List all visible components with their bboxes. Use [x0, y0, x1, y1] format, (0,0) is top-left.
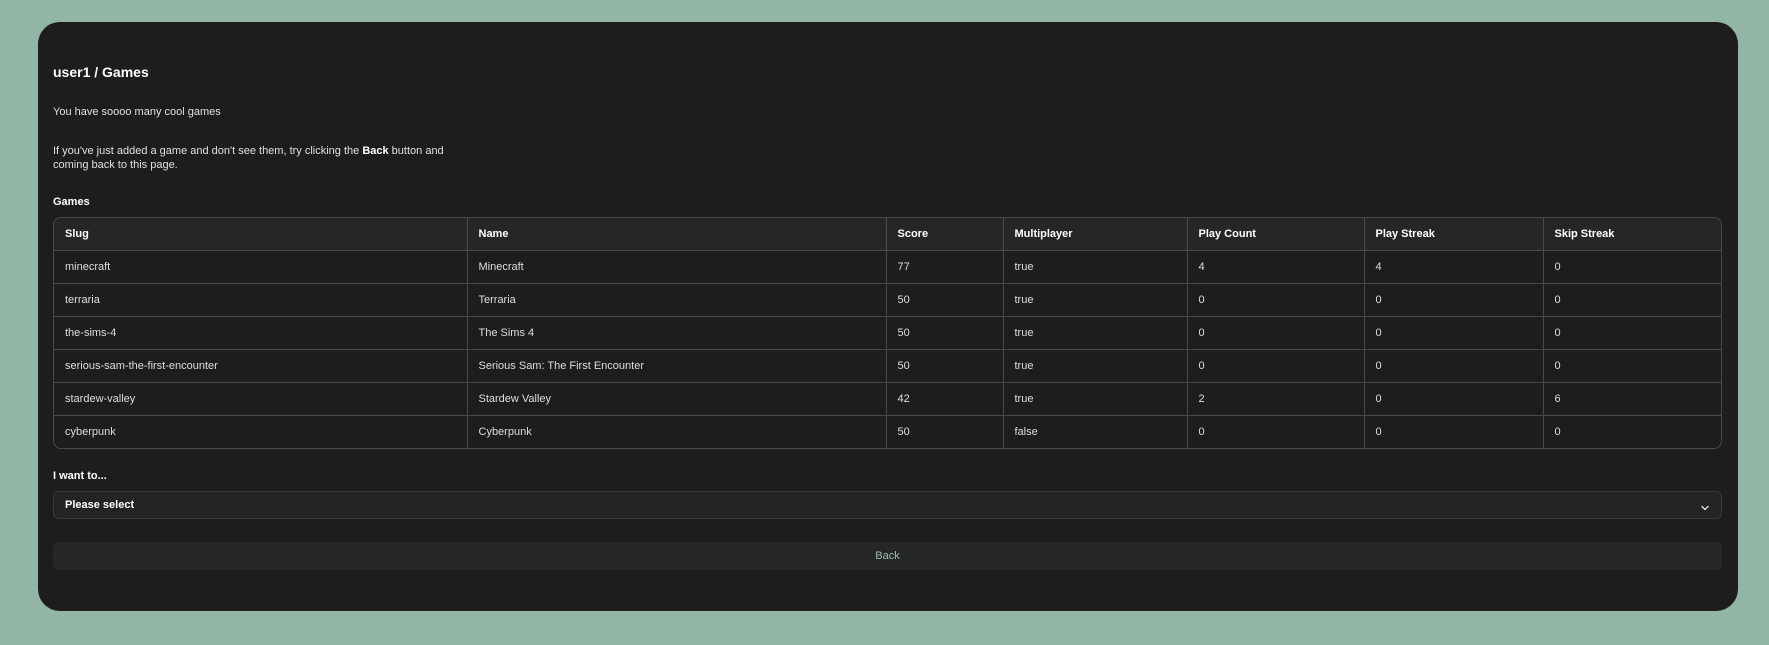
back-button[interactable]: Back — [53, 542, 1722, 570]
table-row: the-sims-4 The Sims 4 50 true 0 0 0 — [54, 316, 1721, 350]
cell-skip-streak: 0 — [1543, 250, 1721, 284]
cell-name: Stardew Valley — [467, 382, 887, 416]
hint-text: If you've just added a game and don't se… — [53, 144, 473, 172]
action-select-value: Please select — [65, 499, 135, 511]
games-card: user1 / Games You have soooo many cool g… — [38, 22, 1738, 611]
cell-skip-streak: 0 — [1554, 425, 1561, 438]
cell-play-count: 2 — [1187, 382, 1365, 416]
cell-play-streak: 0 — [1364, 415, 1544, 448]
cell-multiplayer: false — [1003, 415, 1188, 448]
cell-play-streak: 4 — [1364, 250, 1544, 284]
cell-multiplayer: true — [1003, 349, 1188, 383]
games-table: Slug Name Score Multiplayer Play Count P… — [54, 218, 1721, 448]
cell-play-count: 0 — [1187, 415, 1365, 448]
hint-back-emphasis: Back — [362, 145, 389, 157]
games-section-label: Games — [53, 196, 90, 208]
cell-skip-streak: 0 — [1543, 283, 1721, 317]
table-row: stardew-valley Stardew Valley 42 true 2 … — [54, 382, 1721, 416]
action-select[interactable]: Please select — [53, 491, 1722, 519]
cell-play-streak: 0 — [1364, 316, 1544, 350]
cell-score: 50 — [886, 415, 1004, 448]
intro-text: You have soooo many cool games — [53, 106, 221, 118]
column-header-name: Name — [467, 218, 887, 251]
cell-multiplayer: true — [1003, 316, 1188, 350]
column-header-play-streak: Play Streak — [1364, 218, 1544, 251]
cell-score: 42 — [886, 382, 1004, 416]
cell-score: 50 — [886, 316, 1004, 350]
cell-play-streak: 0 — [1364, 349, 1544, 383]
cell-name: Cyberpunk — [467, 415, 887, 448]
column-header-play-count: Play Count — [1187, 218, 1365, 251]
cell-slug: serious-sam-the-first-encounter — [54, 349, 468, 383]
chevron-down-icon — [1700, 500, 1710, 511]
hint-text-before: If you've just added a game and don't se… — [53, 145, 363, 157]
cell-slug: terraria — [54, 283, 468, 317]
cell-multiplayer: true — [1003, 250, 1188, 284]
column-header-slug: Slug — [54, 218, 468, 251]
cell-score: 77 — [886, 250, 1004, 284]
cell-name: The Sims 4 — [467, 316, 887, 350]
cell-slug: the-sims-4 — [54, 316, 468, 350]
cell-play-streak: 0 — [1364, 382, 1544, 416]
cell-multiplayer: true — [1003, 382, 1188, 416]
column-header-multiplayer: Multiplayer — [1003, 218, 1188, 251]
cell-slug: stardew-valley — [54, 382, 468, 416]
table-row: serious-sam-the-first-encounter Serious … — [54, 349, 1721, 383]
cell-name: Terraria — [467, 283, 887, 317]
cell-play-streak: 0 — [1364, 283, 1544, 317]
cell-play-count: 0 — [1187, 316, 1365, 350]
cell-slug: minecraft — [54, 250, 468, 284]
cell-name: Serious Sam: The First Encounter — [467, 349, 887, 383]
cell-slug: cyberpunk — [54, 415, 468, 448]
cell-name: Minecraft — [467, 250, 887, 284]
cell-play-count: 4 — [1187, 250, 1365, 284]
games-table-container: Slug Name Score Multiplayer Play Count P… — [53, 217, 1722, 449]
table-header-row: Slug Name Score Multiplayer Play Count P… — [54, 218, 1721, 251]
table-row: minecraft Minecraft 77 true 4 4 0 — [54, 250, 1721, 284]
action-select-label: I want to... — [53, 470, 107, 482]
cell-play-count: 0 — [1187, 283, 1365, 317]
cell-score: 50 — [886, 283, 1004, 317]
cell-skip-streak: 6 — [1543, 382, 1721, 416]
cell-multiplayer: true — [1003, 283, 1188, 317]
cell-skip-streak: 0 — [1543, 349, 1721, 383]
column-header-skip-streak: Skip Streak — [1543, 218, 1721, 251]
table-row: terraria Terraria 50 true 0 0 0 — [54, 283, 1721, 317]
cell-score: 50 — [886, 349, 1004, 383]
cell-skip-streak: 0 — [1543, 316, 1721, 350]
cell-play-count: 0 — [1187, 349, 1365, 383]
table-row: cyberpunk Cyberpunk 50 false 0 0 0 — [54, 415, 1721, 448]
page-title: user1 / Games — [53, 64, 149, 80]
column-header-score: Score — [886, 218, 1004, 251]
